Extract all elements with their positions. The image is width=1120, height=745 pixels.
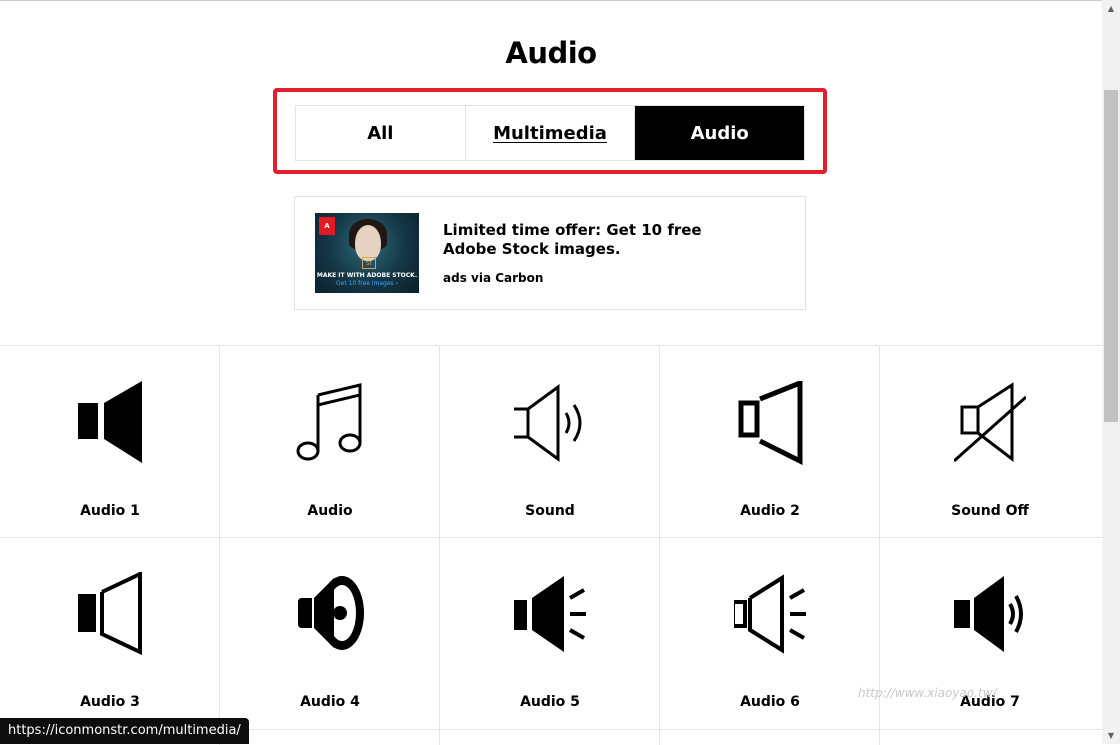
icon-label: Audio 5 (520, 694, 580, 710)
icon-card[interactable]: Audio 5 (440, 536, 660, 727)
speaker-outline-bold-icon (738, 381, 803, 465)
icon-card[interactable]: Audio 3 (0, 536, 220, 727)
scroll-up-arrow-icon[interactable]: ▲ (1102, 0, 1120, 17)
scroll-thumb[interactable] (1104, 90, 1118, 422)
speaker-filled-icon (78, 381, 142, 463)
tab-multimedia-label: Multimedia (493, 122, 607, 144)
watermark: http://www.xiaoyao.tw/ (858, 686, 997, 700)
tab-audio[interactable]: Audio (634, 106, 805, 160)
speaker-cone-icon (298, 576, 364, 650)
ad-stock-badge: St (362, 257, 376, 269)
icon-card[interactable]: Audio 6 (660, 536, 880, 727)
icon-card[interactable]: Audio 4 (220, 536, 440, 727)
icon-card[interactable]: Sound (440, 345, 660, 536)
icon-card[interactable]: Audio (220, 345, 440, 536)
ad-via-link[interactable]: ads via Carbon (443, 271, 543, 285)
ad-image-subcaption: Get 10 free images › (335, 280, 398, 287)
icon-grid: Audio 1 Audio Sound Audio 2 Sound Off Au… (0, 345, 1102, 745)
speaker-outline-waves-icon (514, 384, 582, 462)
ad-image[interactable]: St A MAKE IT WITH ADOBE STOCK. Get 10 fr… (315, 213, 419, 293)
adobe-logo-icon: A (319, 217, 335, 235)
icon-label: Audio 3 (80, 694, 140, 710)
page-title: Audio (505, 36, 597, 70)
icon-label: Sound Off (951, 503, 1029, 519)
icon-label: Audio 4 (300, 694, 360, 710)
ad-image-caption: MAKE IT WITH ADOBE STOCK. (316, 272, 418, 279)
category-tabs: All Multimedia Audio (295, 105, 805, 161)
tab-audio-label: Audio (690, 122, 749, 144)
speaker-filled-waves-icon (954, 576, 1023, 652)
tab-multimedia[interactable]: Multimedia (464, 106, 635, 160)
window-top-border (0, 0, 1102, 1)
ad-image-face (355, 225, 381, 261)
speaker-outline-rays-icon (734, 574, 806, 654)
carbon-ad[interactable]: St A MAKE IT WITH ADOBE STOCK. Get 10 fr… (294, 196, 806, 310)
speaker-half-outline-icon (78, 572, 142, 656)
icon-card[interactable]: Audio 2 (660, 345, 880, 536)
icon-label: Audio 2 (740, 503, 800, 519)
vertical-scrollbar[interactable]: ▲ ▼ (1102, 0, 1120, 744)
icon-label: Sound (525, 503, 575, 519)
icon-label: Audio (307, 503, 353, 519)
tab-all[interactable]: All (296, 106, 465, 160)
status-bar-url: https://iconmonstr.com/multimedia/ (0, 718, 249, 744)
speaker-muted-icon (954, 382, 1026, 463)
ad-headline[interactable]: Limited time offer: Get 10 free Adobe St… (443, 221, 703, 259)
icon-label: Audio 6 (740, 694, 800, 710)
music-note-icon (296, 383, 362, 461)
icon-card[interactable]: Sound Off (880, 345, 1100, 536)
icon-label: Audio 1 (80, 503, 140, 519)
speaker-filled-rays-icon (514, 576, 586, 652)
icon-card[interactable]: Audio 1 (0, 345, 220, 536)
tab-all-label: All (367, 122, 394, 144)
scroll-down-arrow-icon[interactable]: ▼ (1102, 727, 1120, 744)
